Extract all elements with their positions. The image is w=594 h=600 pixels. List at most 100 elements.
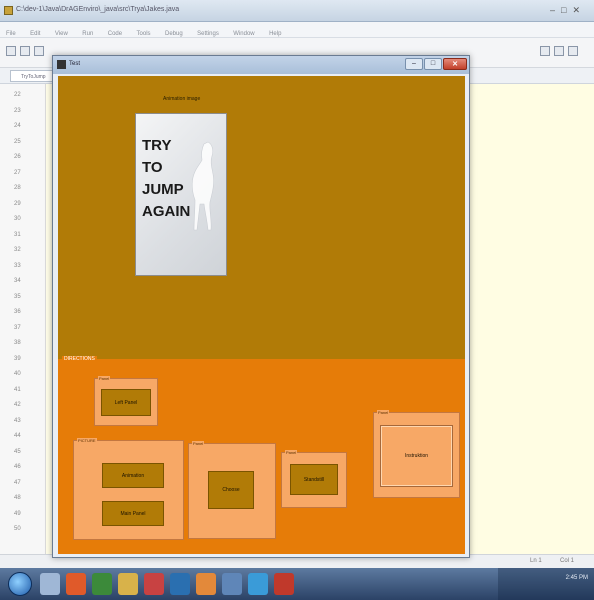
taskbar-app-icon[interactable]: [248, 573, 268, 595]
frame-title: Test: [69, 61, 81, 67]
window-controls[interactable]: –□✕: [550, 5, 586, 16]
line-number: 26: [14, 154, 21, 160]
animation-button[interactable]: Animation: [102, 463, 164, 488]
status-col: Col 1: [560, 558, 575, 564]
menu-window[interactable]: Window: [233, 31, 254, 37]
menu-settings[interactable]: Settings: [197, 31, 219, 37]
poster-line-1: TRY: [142, 137, 172, 154]
line-number: 39: [14, 355, 21, 362]
minimize-icon: –: [412, 60, 416, 67]
close-icon: ✕: [452, 61, 458, 68]
menu-view[interactable]: View: [55, 31, 68, 37]
line-number: 43: [14, 417, 21, 424]
line-number: 33: [14, 262, 21, 269]
code-editor-right[interactable]: [468, 84, 594, 554]
panel-group-5: Panel Instruktion: [373, 410, 460, 498]
menu-run[interactable]: Run: [82, 31, 93, 37]
menu-file[interactable]: File: [6, 31, 16, 37]
line-number: 45: [14, 448, 21, 455]
directions-panel: DIRECTIONS Panel Left Panel PICTURE Anim…: [58, 356, 465, 554]
line-number: 28: [14, 185, 21, 191]
standstill-button[interactable]: Standstill: [290, 464, 338, 495]
taskbar-app-icon[interactable]: [40, 573, 60, 595]
image-panel: Animation image TRY TO JUMP AGAIN: [58, 76, 465, 359]
taskbar-app-icon[interactable]: [118, 573, 138, 595]
taskbar-app-icon[interactable]: [170, 573, 190, 595]
taskbar-app-icon[interactable]: [222, 573, 242, 595]
line-number: 36: [14, 309, 21, 315]
toolbar-icon-b[interactable]: [554, 46, 564, 56]
poster-line-2: TO: [142, 159, 163, 176]
start-button[interactable]: [8, 572, 32, 596]
system-tray: 2:45 PM: [498, 568, 594, 600]
status-line: Ln 1: [530, 558, 542, 564]
menu-code[interactable]: Code: [108, 31, 122, 37]
taskbar-app-icon[interactable]: [92, 573, 112, 595]
app-icon: [4, 6, 13, 15]
line-number: 24: [14, 123, 21, 129]
line-number: 29: [14, 200, 21, 207]
menu-debug[interactable]: Debug: [165, 31, 183, 37]
ide-title-bar[interactable]: C:\dev-1\Java\DrAGEnviro\_java\src\Trya\…: [0, 0, 594, 22]
line-number: 30: [14, 216, 21, 222]
line-number: 22: [14, 92, 21, 98]
toolbar-icon-a[interactable]: [540, 46, 550, 56]
line-number: 40: [14, 371, 21, 377]
main-panel-button[interactable]: Main Panel: [102, 501, 164, 526]
poster-line-3: JUMP: [142, 181, 184, 198]
panel-group-1: Panel Left Panel: [94, 376, 158, 426]
instruktion-button[interactable]: Instruktion: [380, 425, 453, 487]
line-number: 31: [14, 231, 21, 238]
maximize-button[interactable]: □: [424, 58, 442, 70]
line-number: 41: [14, 386, 21, 393]
app-frame: Test – □ ✕ Animation image TRY TO JUMP A…: [52, 55, 470, 558]
taskbar-app-icon[interactable]: [66, 573, 86, 595]
taskbar-app-icon[interactable]: [274, 573, 294, 595]
taskbar-app-icon[interactable]: [144, 573, 164, 595]
toolbar-icon-c[interactable]: [568, 46, 578, 56]
line-number-gutter: 22 23 24 25 26 27 28 29 30 31 32 33 34 35 36 37 38 39 40 41…: [0, 84, 46, 554]
line-number: 42: [14, 402, 21, 408]
line-number: 38: [14, 340, 21, 346]
line-number: 27: [14, 169, 21, 176]
line-number: 49: [14, 510, 21, 517]
desktop-screen: C:\dev-1\Java\DrAGEnviro\_java\src\Trya\…: [0, 0, 594, 600]
editor-tab[interactable]: TryToJump: [10, 70, 58, 82]
line-number: 32: [14, 247, 21, 253]
group-title: Panel: [377, 410, 390, 415]
picture-group: PICTURE Animation Main Panel: [73, 438, 184, 540]
line-number: 23: [14, 107, 21, 114]
clock[interactable]: 2:45 PM: [566, 574, 588, 583]
line-number: 35: [14, 293, 21, 300]
close-button[interactable]: ✕: [443, 58, 467, 70]
panel-group-4: Panel Standstill: [281, 450, 347, 508]
menu-help[interactable]: Help: [269, 31, 281, 37]
taskbar: 2:45 PM: [0, 568, 594, 600]
animation-image: TRY TO JUMP AGAIN: [135, 113, 227, 276]
new-file-icon[interactable]: [6, 46, 16, 56]
horse-image: [191, 141, 214, 231]
maximize-icon: □: [430, 60, 436, 67]
taskbar-app-icon[interactable]: [196, 573, 216, 595]
line-number: 50: [14, 526, 21, 532]
ide-menu-bar: File Edit View Run Code Tools Debug Sett…: [0, 22, 594, 38]
line-number: 44: [14, 433, 21, 439]
line-number: 37: [14, 324, 21, 331]
minimize-button[interactable]: –: [405, 58, 423, 70]
frame-title-bar[interactable]: Test – □ ✕: [53, 56, 469, 74]
left-panel-button[interactable]: Left Panel: [101, 389, 151, 416]
menu-edit[interactable]: Edit: [30, 31, 40, 37]
ide-window-title: C:\dev-1\Java\DrAGEnviro\_java\src\Trya\…: [16, 6, 180, 13]
directions-title: DIRECTIONS: [62, 356, 97, 362]
java-icon: [57, 60, 66, 69]
line-number: 47: [14, 479, 21, 486]
choose-button[interactable]: Choose: [208, 471, 254, 509]
panel-group-3: Panel Choose: [188, 441, 276, 539]
group-title: Panel: [192, 441, 205, 446]
frame-content: Animation image TRY TO JUMP AGAIN DIRECT…: [58, 76, 465, 554]
group-title: Panel: [285, 450, 298, 455]
menu-tools[interactable]: Tools: [137, 31, 151, 37]
line-number: 48: [14, 495, 21, 501]
save-icon[interactable]: [34, 46, 44, 56]
open-file-icon[interactable]: [20, 46, 30, 56]
